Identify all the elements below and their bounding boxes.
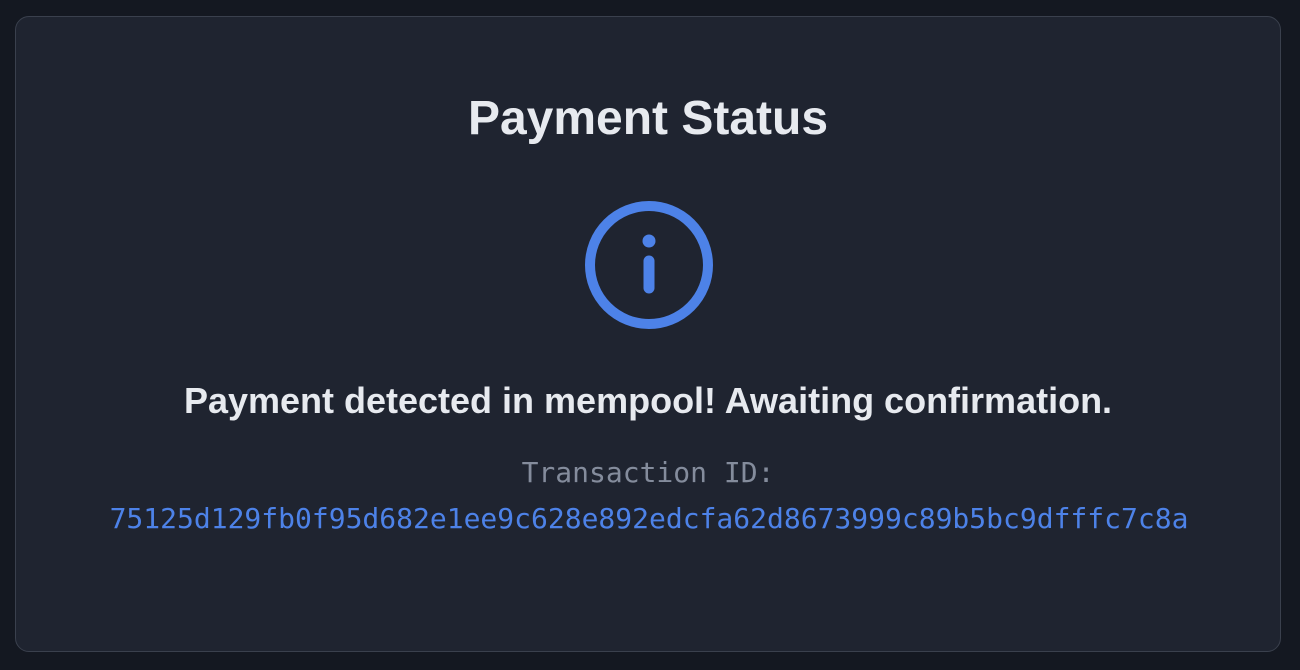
transaction-id-value[interactable]: 75125d129fb0f95d682e1ee9c628e892edcfa62d… bbox=[88, 497, 1210, 541]
payment-status-card: Payment Status Payment detected in mempo… bbox=[15, 16, 1281, 652]
transaction-id-label: Transaction ID: bbox=[521, 456, 775, 489]
status-message: Payment detected in mempool! Awaiting co… bbox=[183, 380, 1113, 421]
info-icon bbox=[583, 199, 715, 331]
page-title: Payment Status bbox=[467, 92, 829, 145]
